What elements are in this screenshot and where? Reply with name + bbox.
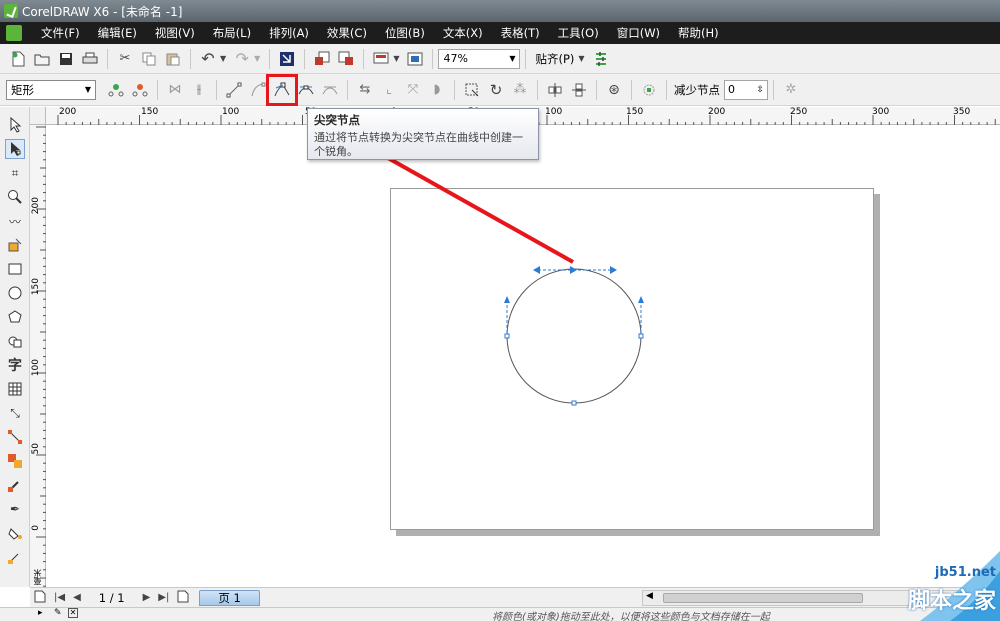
last-page-icon[interactable]: ▶| (158, 592, 169, 603)
next-page-icon[interactable]: ▶ (143, 592, 151, 603)
ellipse-object[interactable] (0, 0, 1000, 621)
no-fill-icon[interactable]: ✕ (68, 608, 78, 618)
first-page-icon[interactable]: |◀ (54, 592, 65, 603)
watermark-name: 脚本之家 (907, 589, 996, 614)
page-tab-1[interactable]: 页 1 (199, 589, 260, 606)
tooltip-title: 尖突节点 (314, 113, 360, 127)
page-tab-label: 页 1 (218, 590, 241, 605)
jb51-watermark: jb51.net 脚本之家 (860, 551, 1000, 621)
page-count: 1 / 1 (98, 590, 125, 605)
add-page-after-icon[interactable] (177, 590, 189, 606)
tooltip-body: 通过将节点转换为尖突节点在曲线中创建一个锐角。 (314, 131, 523, 158)
eyedropper-icon[interactable]: ✎ (54, 608, 62, 618)
scrollbar-thumb[interactable] (663, 593, 863, 603)
cusp-node-tooltip: 尖突节点 通过将节点转换为尖突节点在曲线中创建一个锐角。 (307, 108, 539, 160)
palette-drop-hint: 将颜色(或对象)拖动至此处，以便将这些颜色与文档存储在一起 (492, 612, 770, 621)
watermark-site: jb51.net (934, 565, 996, 580)
scroll-left-icon[interactable]: ◀ (646, 591, 653, 601)
previous-page-icon[interactable]: ◀ (73, 592, 81, 603)
add-page-icon[interactable] (34, 590, 46, 606)
expand-icon[interactable]: ▸ (38, 608, 43, 618)
status-bar: ▸ ✎ ✕ 将颜色(或对象)拖动至此处，以便将这些颜色与文档存储在一起 (0, 607, 1000, 621)
